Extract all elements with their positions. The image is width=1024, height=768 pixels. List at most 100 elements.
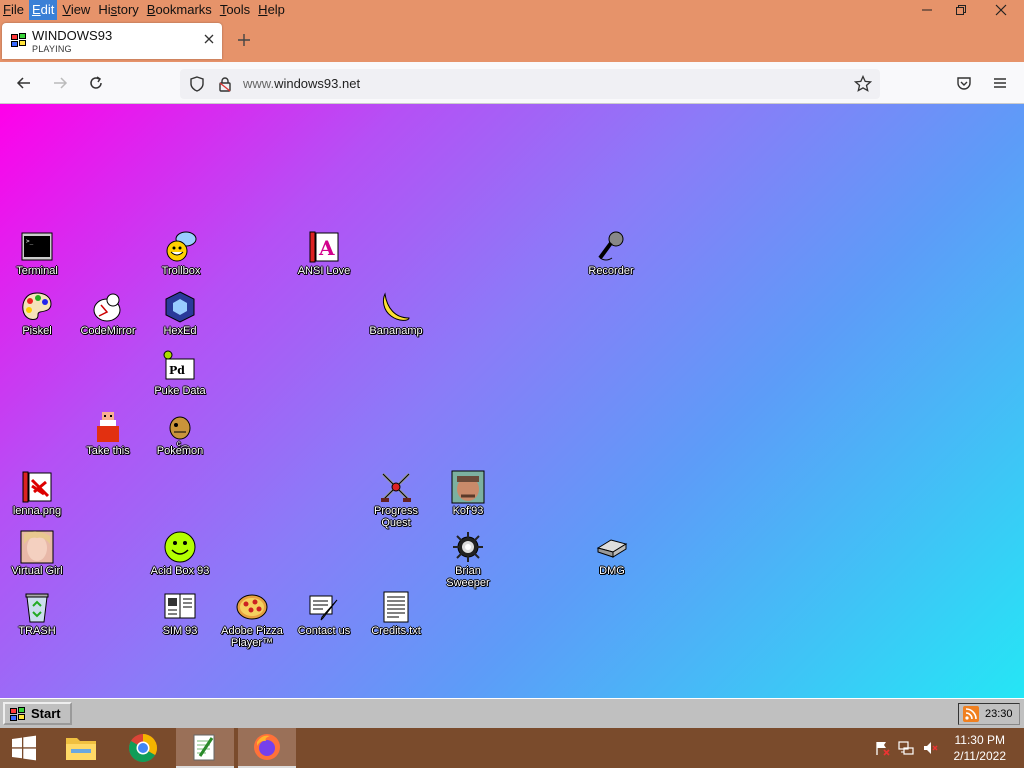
banana-icon bbox=[382, 292, 410, 321]
svg-text:Pd: Pd bbox=[169, 364, 185, 377]
close-tab-icon bbox=[204, 34, 214, 44]
rss-feed-icon[interactable] bbox=[963, 706, 979, 722]
pizza-icon bbox=[236, 594, 268, 620]
tab-title: WINDOWS93 bbox=[32, 28, 113, 43]
menu-edit[interactable]: Edit bbox=[28, 0, 58, 20]
windows93-taskbar: Start 23:30 bbox=[0, 698, 1024, 728]
url-text: www.windows93.net bbox=[243, 76, 361, 91]
taskbar-notepad-plus[interactable] bbox=[176, 728, 234, 768]
volume-status[interactable] bbox=[920, 738, 940, 758]
clock-date: 2/11/2022 bbox=[953, 749, 1007, 763]
clock-time: 11:30 PM bbox=[954, 733, 1005, 747]
firefox-icon bbox=[254, 734, 280, 760]
dmg-desktop-icon[interactable]: DMG bbox=[576, 530, 648, 577]
forward-button[interactable] bbox=[48, 71, 72, 95]
codemirror-desktop-icon[interactable]: CodeMirror bbox=[72, 290, 144, 337]
acid-box-desktop-icon[interactable]: Acid Box 93 bbox=[144, 530, 216, 577]
image-file-icon bbox=[22, 471, 52, 503]
back-arrow-icon bbox=[16, 77, 30, 89]
menu-history[interactable]: History bbox=[95, 0, 141, 20]
minimize-button[interactable] bbox=[910, 0, 944, 20]
new-tab-button[interactable] bbox=[232, 29, 256, 53]
back-button[interactable] bbox=[12, 71, 36, 95]
lenna-desktop-icon[interactable]: lenna.png bbox=[1, 470, 73, 517]
ansi-love-desktop-icon[interactable]: A ANSI Love bbox=[288, 230, 360, 277]
smiley-face-icon bbox=[164, 531, 196, 563]
address-bar[interactable]: www.windows93.net bbox=[180, 69, 880, 99]
windows93-clock: 23:30 bbox=[985, 708, 1013, 720]
tab-playing-label: PLAYING bbox=[32, 44, 72, 54]
taskbar-chrome[interactable] bbox=[114, 728, 172, 768]
menu-tools[interactable]: Tools bbox=[217, 0, 253, 20]
close-window-button[interactable] bbox=[978, 0, 1024, 20]
windows-start-button[interactable] bbox=[0, 728, 48, 768]
windows93-desktop[interactable]: >_ Terminal Trollbox A ANSI Love Recorde… bbox=[0, 104, 1024, 698]
brian-sweeper-desktop-icon[interactable]: Brian Sweeper bbox=[432, 530, 504, 589]
network-status[interactable] bbox=[896, 738, 916, 758]
bookmark-star-icon[interactable] bbox=[854, 75, 872, 93]
taskbar-file-explorer[interactable] bbox=[52, 728, 110, 768]
forward-arrow-icon bbox=[54, 77, 68, 89]
tab-close-button[interactable] bbox=[204, 31, 214, 49]
system-clock[interactable]: 11:30 PM 2/11/2022 bbox=[954, 732, 1007, 764]
pocket-button[interactable] bbox=[952, 71, 976, 95]
puke-data-desktop-icon[interactable]: Pd Puke Data bbox=[144, 350, 216, 397]
puke-data-icon: Pd bbox=[163, 350, 195, 380]
recorder-desktop-icon[interactable]: Recorder bbox=[575, 230, 647, 277]
pokemon-sprite-icon bbox=[169, 416, 191, 440]
sim93-desktop-icon[interactable]: SIM 93 bbox=[144, 590, 216, 637]
sim-book-icon bbox=[164, 593, 196, 619]
adobe-pizza-desktop-icon[interactable]: Adobe Pizza Player™ bbox=[216, 590, 288, 649]
shield-icon[interactable] bbox=[189, 76, 205, 92]
windows93-logo-icon bbox=[10, 706, 25, 721]
crossed-swords-icon bbox=[381, 472, 411, 502]
kof93-desktop-icon[interactable]: Kof'93 bbox=[432, 470, 504, 517]
menu-file[interactable]: File bbox=[0, 0, 27, 20]
folder-icon bbox=[66, 738, 96, 760]
old-man-sprite-icon bbox=[97, 412, 119, 442]
menu-bar: File Edit View History Bookmarks Tools H… bbox=[0, 0, 290, 20]
svg-text:>_: >_ bbox=[26, 238, 34, 245]
start-label: Start bbox=[31, 706, 61, 721]
speaker-muted-icon bbox=[924, 742, 938, 754]
hexed-cube-icon bbox=[165, 291, 195, 323]
minimize-icon bbox=[922, 9, 932, 11]
menu-view[interactable]: View bbox=[59, 0, 93, 20]
notepad-plus-icon bbox=[193, 734, 215, 761]
hexed-desktop-icon[interactable]: HexEd bbox=[144, 290, 216, 337]
letter-pen-icon bbox=[309, 595, 338, 621]
fighter-portrait-icon bbox=[451, 470, 485, 504]
restore-icon bbox=[956, 5, 966, 15]
windows93-favicon-icon bbox=[11, 33, 26, 47]
contact-us-desktop-icon[interactable]: Contact us bbox=[288, 590, 360, 637]
trollbox-desktop-icon[interactable]: Trollbox bbox=[145, 230, 217, 277]
restore-button[interactable] bbox=[944, 0, 978, 20]
virtual-girl-desktop-icon[interactable]: Virtual Girl bbox=[1, 530, 73, 577]
take-this-desktop-icon[interactable]: Take this bbox=[72, 410, 144, 457]
taskbar-firefox[interactable] bbox=[238, 728, 296, 768]
svg-text:A: A bbox=[318, 236, 335, 260]
credits-desktop-icon[interactable]: Credits.txt bbox=[360, 590, 432, 637]
piskel-desktop-icon[interactable]: Piskel bbox=[1, 290, 73, 337]
reload-button[interactable] bbox=[84, 71, 108, 95]
navigation-bar: www.windows93.net bbox=[0, 62, 1024, 104]
lock-icon[interactable] bbox=[217, 76, 233, 92]
app-menu-button[interactable] bbox=[988, 71, 1012, 95]
text-document-icon bbox=[383, 591, 409, 623]
trollbox-icon bbox=[166, 231, 197, 262]
plus-icon bbox=[238, 34, 250, 46]
disk-drive-icon bbox=[596, 539, 628, 558]
trash-desktop-icon[interactable]: TRASH bbox=[1, 590, 73, 637]
windows93-start-button[interactable]: Start bbox=[3, 702, 72, 725]
terminal-desktop-icon[interactable]: >_ Terminal bbox=[1, 230, 73, 277]
progress-quest-desktop-icon[interactable]: Progress Quest bbox=[360, 470, 432, 529]
windows-logo-icon bbox=[12, 735, 36, 761]
menu-bookmarks[interactable]: Bookmarks bbox=[144, 0, 215, 20]
pokemon-desktop-icon[interactable]: Pokeͨ͡mon bbox=[144, 410, 216, 457]
bananamp-desktop-icon[interactable]: Bananamp bbox=[360, 290, 432, 337]
browser-tab[interactable]: WINDOWS93 PLAYING bbox=[2, 23, 222, 59]
microphone-icon bbox=[598, 231, 624, 261]
close-icon bbox=[995, 4, 1007, 16]
action-center-flag[interactable] bbox=[872, 738, 892, 758]
menu-help[interactable]: Help bbox=[255, 0, 288, 20]
